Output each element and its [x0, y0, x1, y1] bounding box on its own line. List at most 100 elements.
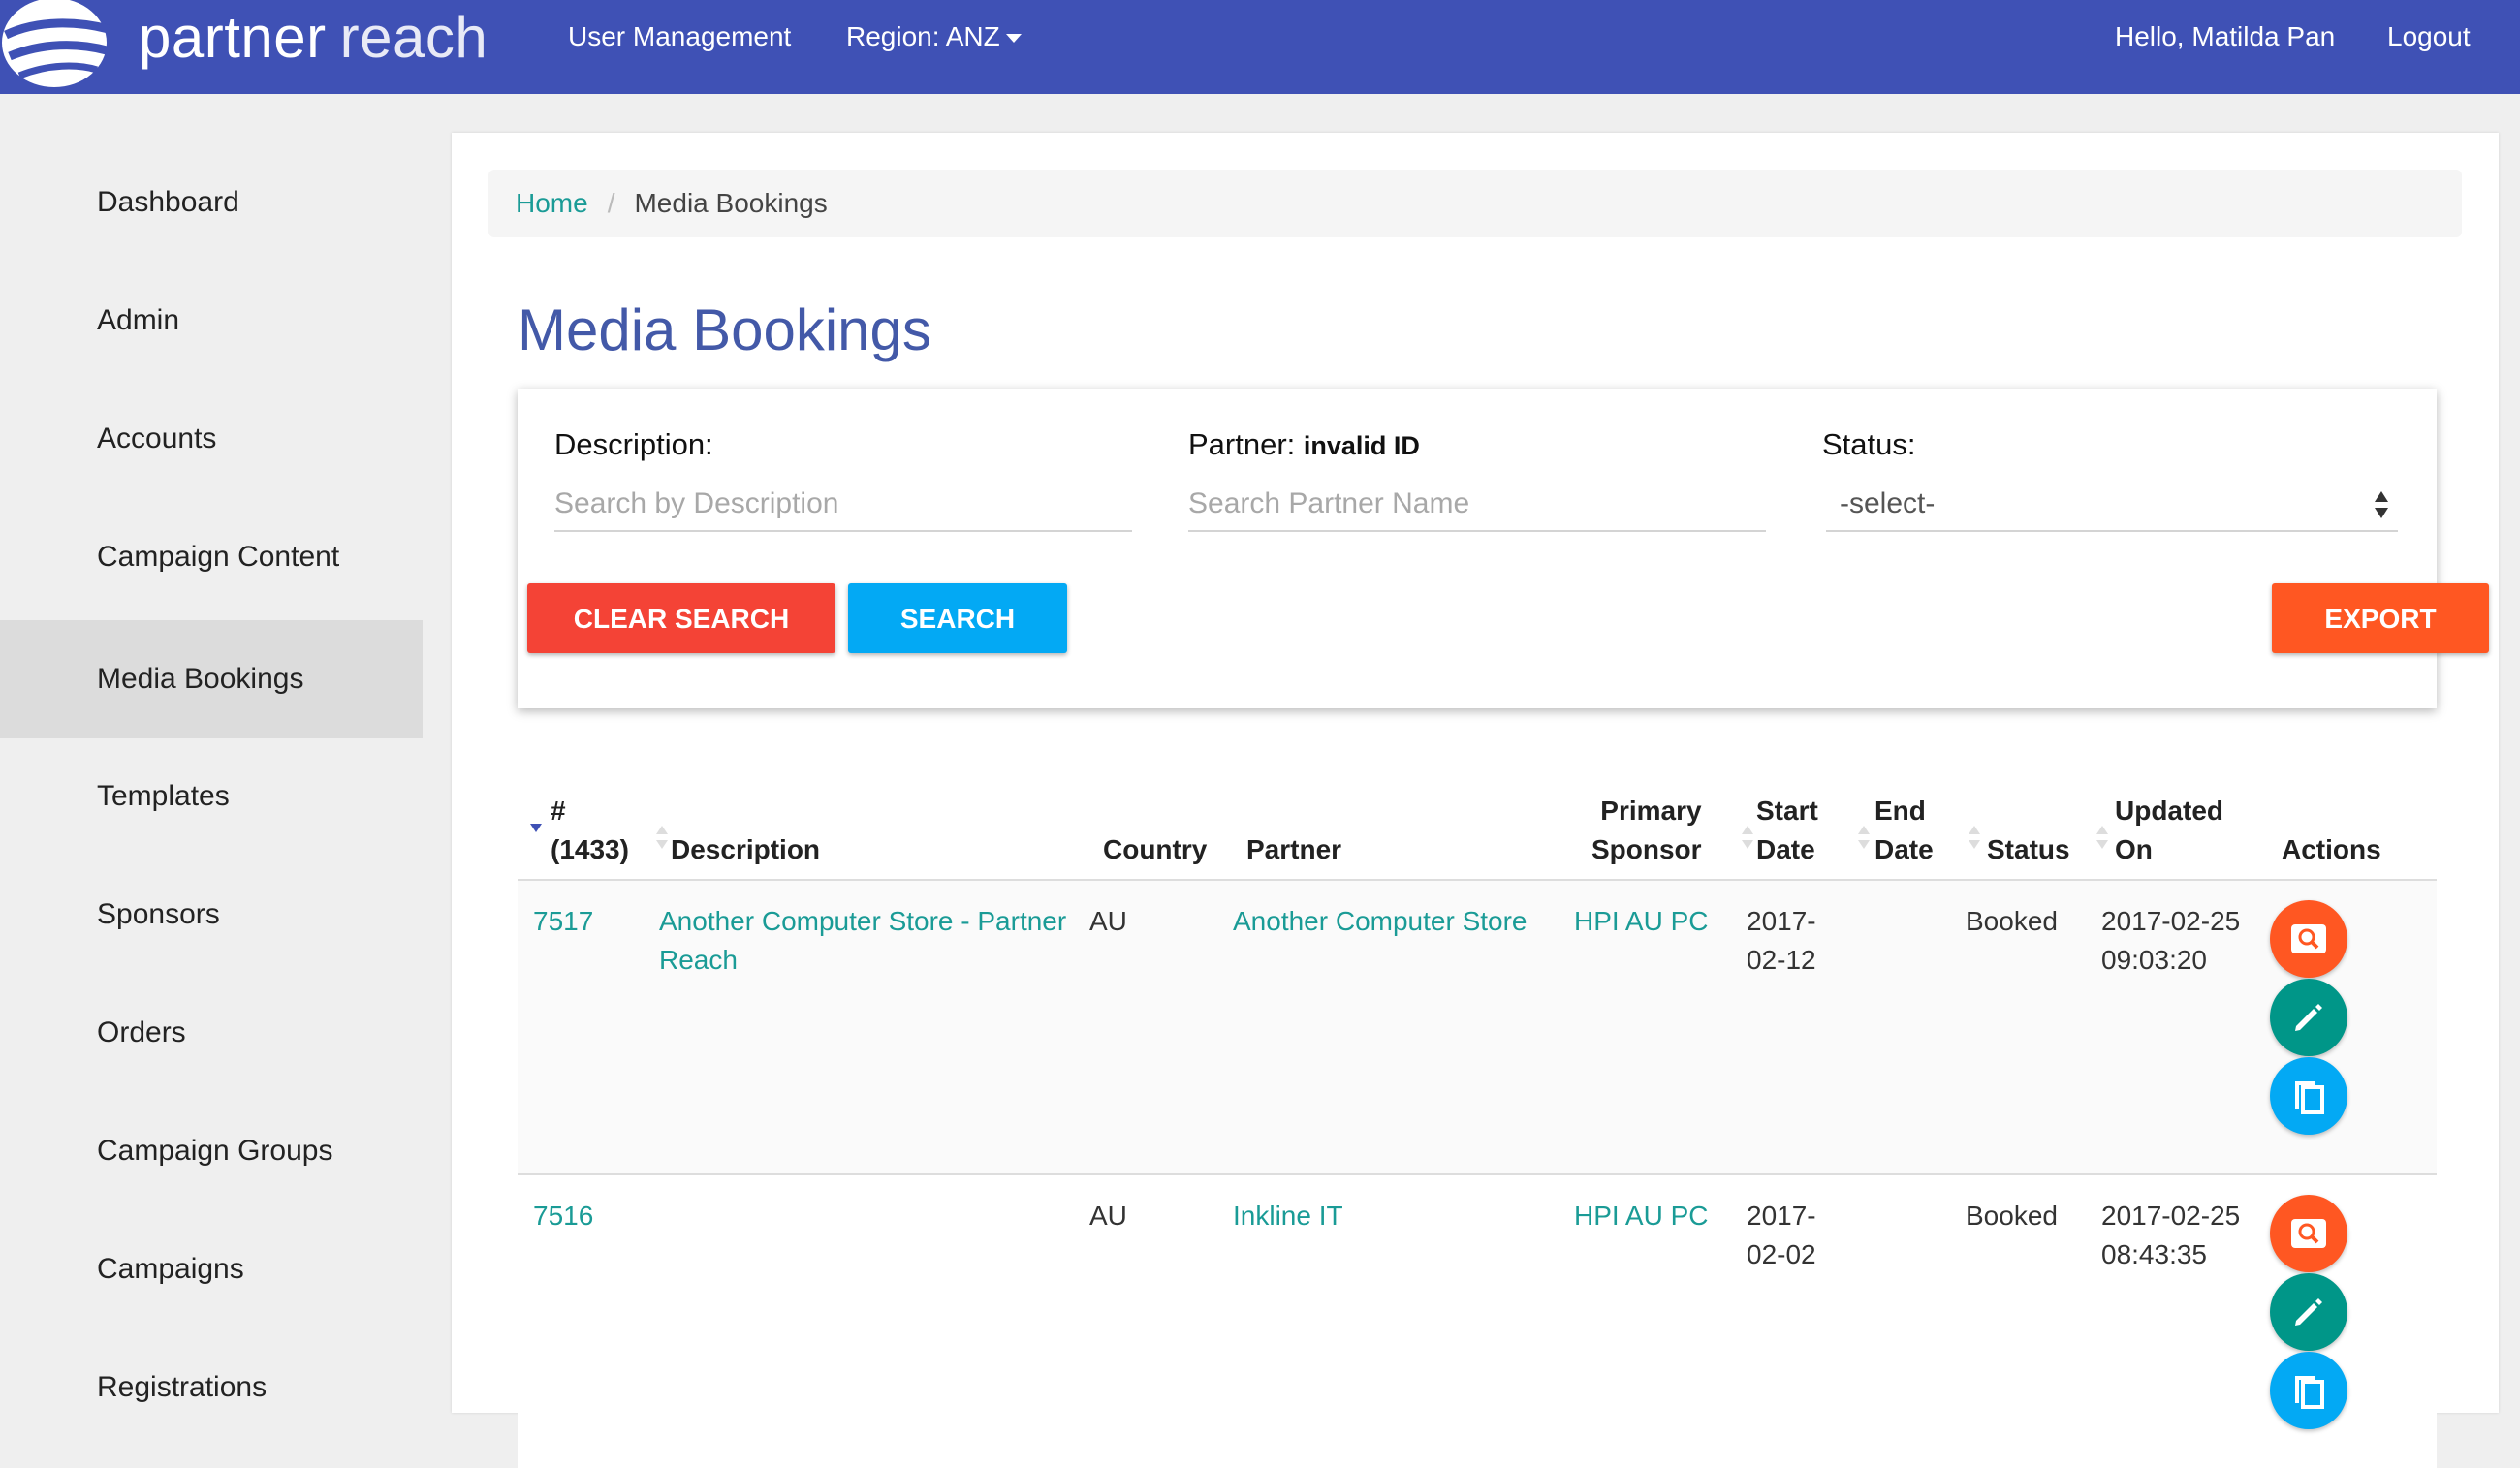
booking-start-date: 2017- 02-02 [1747, 1197, 1816, 1274]
view-search-icon [2291, 1219, 2326, 1248]
booking-sponsor-link[interactable]: HPI AU PC [1574, 902, 1708, 941]
copy-booking-button[interactable] [2270, 1352, 2347, 1429]
col-header-country[interactable]: Country [1103, 830, 1207, 869]
col-header-id-line1: # [551, 796, 566, 826]
nav-user-management[interactable]: User Management [568, 17, 791, 56]
booking-start-line1: 2017- [1747, 1201, 1816, 1231]
sort-desc-icon[interactable] [529, 821, 543, 846]
brand-name-part1: partner [139, 5, 327, 70]
booking-start-line2: 02-02 [1747, 1239, 1816, 1269]
sort-icon[interactable] [2095, 825, 2109, 850]
copy-duplicate-icon [2295, 1376, 2324, 1409]
region-label: Region: ANZ [846, 21, 1000, 51]
partner-reach-logo-icon[interactable] [0, 0, 114, 90]
booking-country: AU [1089, 1201, 1127, 1231]
col-header-partner[interactable]: Partner [1246, 830, 1341, 869]
sidebar-item-media-bookings[interactable]: Media Bookings [0, 620, 423, 738]
sidebar-item-campaign-content[interactable]: Campaign Content [0, 498, 423, 616]
booking-partner-link[interactable]: Another Computer Store [1233, 902, 1528, 941]
breadcrumb-home-link[interactable]: Home [516, 188, 588, 219]
sidebar-item-dashboard[interactable]: Dashboard [0, 143, 423, 262]
logout-link[interactable]: Logout [2387, 17, 2471, 56]
booking-partner-link[interactable]: Inkline IT [1233, 1197, 1343, 1235]
col-header-end-line1: End [1874, 796, 1926, 826]
col-header-status[interactable]: Status [1987, 830, 2070, 869]
booking-start-date: 2017- 02-12 [1747, 902, 1816, 980]
col-header-updated-line2: On [2115, 834, 2153, 864]
partner-search-input[interactable] [1188, 478, 1766, 532]
sidebar-item-campaigns[interactable]: Campaigns [0, 1210, 423, 1328]
description-search-input[interactable] [554, 478, 1132, 532]
sort-icon[interactable] [1741, 825, 1754, 850]
copy-booking-button[interactable] [2270, 1057, 2347, 1135]
sidebar: Dashboard Admin Accounts Campaign Conten… [0, 94, 423, 1413]
booking-updated-on: 2017-02-25 09:03:20 [2101, 902, 2240, 980]
booking-description-line2: Reach [659, 945, 738, 975]
status-select[interactable]: -select- [1826, 478, 2398, 532]
search-card: Description: Partner: invalid ID Status:… [518, 389, 2489, 708]
col-header-end-line2: Date [1874, 834, 1934, 864]
sidebar-item-templates[interactable]: Templates [0, 737, 423, 856]
sidebar-item-registrations[interactable]: Registrations [0, 1328, 423, 1447]
breadcrumb-current: Media Bookings [634, 188, 828, 218]
sort-icon[interactable] [1968, 825, 1981, 850]
booking-id-link[interactable]: 7516 [533, 1197, 593, 1235]
sidebar-item-orders[interactable]: Orders [0, 974, 423, 1092]
copy-duplicate-icon [2295, 1081, 2324, 1114]
col-header-id[interactable]: # (1433) [551, 792, 629, 869]
booking-status: Booked [1966, 1201, 2058, 1231]
select-arrows-icon [2375, 491, 2388, 518]
edit-booking-button[interactable] [2270, 1273, 2347, 1351]
clear-search-button[interactable]: CLEAR SEARCH [527, 583, 835, 653]
main-panel: Home / Media Bookings Media Bookings Des… [452, 133, 2499, 1468]
brand-name[interactable]: partner reach [139, 4, 488, 72]
caret-down-icon [1005, 34, 1022, 44]
export-button[interactable]: EXPORT [2272, 583, 2489, 653]
col-header-id-line2: (1433) [551, 834, 629, 864]
status-selected-value: -select- [1840, 487, 1936, 519]
col-header-primary-sponsor[interactable]: Primary Sponsor [1591, 792, 1702, 869]
table-row: 7517 Another Computer Store - Partner Re… [518, 881, 2437, 1175]
col-header-end-date[interactable]: End Date [1874, 792, 1934, 869]
breadcrumb-separator: / [607, 188, 615, 218]
booking-id-link[interactable]: 7517 [533, 902, 593, 941]
pencil-edit-icon [2295, 1298, 2322, 1326]
partner-label-text: Partner: [1188, 427, 1296, 461]
col-header-updated-on[interactable]: Updated On [2115, 792, 2223, 869]
booking-description-line1: Another Computer Store - Partner [659, 906, 1067, 936]
booking-updated-line1: 2017-02-25 [2101, 906, 2241, 936]
sidebar-item-campaign-groups[interactable]: Campaign Groups [0, 1092, 423, 1210]
booking-updated-line2: 08:43:35 [2101, 1239, 2207, 1269]
booking-updated-line2: 09:03:20 [2101, 945, 2207, 975]
view-search-icon [2291, 924, 2326, 953]
col-header-start-date[interactable]: Start Date [1756, 792, 1818, 869]
partner-label: Partner: invalid ID [1188, 427, 1420, 462]
search-button[interactable]: SEARCH [848, 583, 1067, 653]
col-header-start-line2: Date [1756, 834, 1815, 864]
status-label: Status: [1822, 427, 1916, 461]
col-header-description[interactable]: Description [671, 830, 820, 869]
sort-icon[interactable] [655, 825, 669, 850]
edit-booking-button[interactable] [2270, 979, 2347, 1056]
brand-name-part2: reach [339, 5, 488, 70]
col-header-actions: Actions [2282, 834, 2381, 864]
view-booking-button[interactable] [2270, 1195, 2347, 1272]
description-label: Description: [554, 427, 713, 461]
media-bookings-table: # (1433) Description Country Partner Pri… [518, 734, 2437, 1468]
booking-description-link[interactable]: Another Computer Store - Partner Reach [659, 902, 1066, 980]
booking-sponsor-link[interactable]: HPI AU PC [1574, 1197, 1708, 1235]
sidebar-item-accounts[interactable]: Accounts [0, 380, 423, 498]
sort-icon[interactable] [1857, 825, 1871, 850]
sidebar-item-admin[interactable]: Admin [0, 262, 423, 380]
col-header-updated-line1: Updated [2115, 796, 2223, 826]
col-header-sponsor-line1: Primary [1600, 796, 1702, 826]
view-booking-button[interactable] [2270, 900, 2347, 978]
booking-start-line1: 2017- [1747, 906, 1816, 936]
col-header-start-line1: Start [1756, 796, 1818, 826]
sidebar-item-sponsors[interactable]: Sponsors [0, 856, 423, 974]
booking-country: AU [1089, 906, 1127, 936]
nav-region-dropdown[interactable]: Region: ANZ [846, 17, 1022, 56]
user-greeting[interactable]: Hello, Matilda Pan [2115, 17, 2335, 56]
partner-invalid-id-note: invalid ID [1303, 431, 1420, 460]
col-header-sponsor-line2: Sponsor [1591, 834, 1702, 864]
